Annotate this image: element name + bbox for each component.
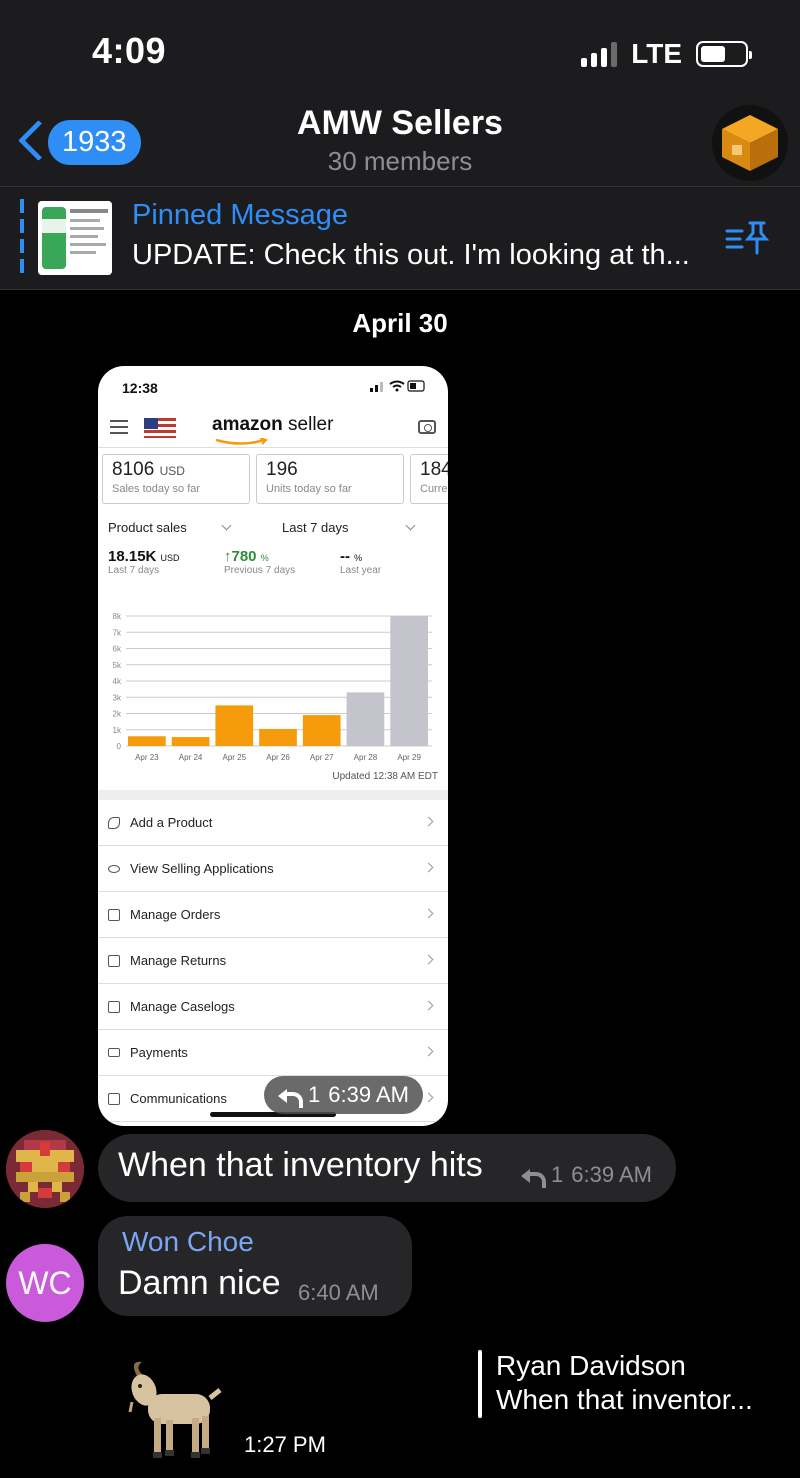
metric-previous: ↑780 % Previous 7 days	[224, 548, 296, 576]
reply-quote-bar	[478, 1350, 482, 1418]
menu-manage-returns: Manage Returns	[98, 938, 448, 984]
x-tick-label: Apr 24	[179, 753, 203, 762]
y-tick-label: 0	[117, 742, 122, 751]
message-time: 6:39 AM	[328, 1082, 409, 1107]
message-text: Damn nice	[118, 1264, 281, 1302]
photo-message[interactable]: 12:38 amazon seller 8106 USD Sales today…	[98, 366, 448, 1126]
card-icon	[108, 1048, 120, 1057]
x-tick-label: Apr 29	[397, 753, 421, 762]
reply-icon	[278, 1087, 303, 1108]
message-text: When that inventory hits	[118, 1146, 483, 1184]
menu-icon	[110, 420, 128, 434]
screenshot-status-time: 12:38	[122, 380, 158, 396]
sender-name[interactable]: Won Choe	[122, 1226, 254, 1258]
x-tick-label: Apr 26	[266, 753, 290, 762]
message-time: 6:39 AM	[571, 1162, 652, 1187]
message-meta: 1 6:39 AM	[521, 1162, 652, 1188]
y-tick-label: 5k	[113, 661, 122, 670]
menu-add-product: Add a Product	[98, 800, 448, 846]
current-card: 184 Curre	[410, 454, 448, 504]
menu-payments: Payments	[98, 1030, 448, 1076]
updated-label: Updated 12:38 AM EDT	[332, 771, 438, 782]
pinned-title: Pinned Message	[132, 199, 349, 231]
metric-selector: Product sales	[108, 520, 232, 535]
amazon-seller-logo: amazon seller	[212, 414, 333, 445]
status-indicators: LTE	[581, 38, 752, 70]
message-bubble[interactable]: When that inventory hits 1 6:39 AM	[98, 1134, 676, 1202]
y-tick-label: 1k	[113, 726, 122, 735]
eye-icon	[108, 864, 120, 873]
pinned-thumbnail	[38, 201, 112, 275]
seller-app-header: amazon seller	[98, 408, 448, 448]
metric-last-year: -- % Last year	[340, 548, 382, 576]
menu-manage-orders: Manage Orders	[98, 892, 448, 938]
bar	[346, 692, 385, 746]
metric-total: 18.15K USD Last 7 days	[108, 548, 180, 576]
sticker-time: 1:27 PM	[244, 1432, 326, 1457]
signal-icon	[581, 41, 618, 67]
y-tick-label: 4k	[113, 677, 122, 686]
summary-cards: 8106 USD Sales today so far 196 Units to…	[102, 454, 448, 504]
menu-manage-caselogs: Manage Caselogs	[98, 984, 448, 1030]
goat-sticker[interactable]	[118, 1358, 228, 1462]
reply-quote-name[interactable]: Ryan Davidson	[496, 1350, 686, 1382]
sales-bar-chart: 0 1k 2k 3k 4k 5k 6k 7k 8k Apr 23 Apr 24 Apr 25 Apr 2…	[113, 612, 432, 762]
tag-icon	[108, 816, 120, 829]
x-tick-label: Apr 28	[354, 753, 378, 762]
message-bubble[interactable]: Won Choe Damn nice 6:40 AM	[98, 1216, 412, 1316]
x-tick-label: Apr 27	[310, 753, 334, 762]
returns-icon	[108, 954, 120, 967]
group-avatar[interactable]	[712, 105, 788, 181]
camera-icon	[418, 420, 436, 434]
pin-list-icon[interactable]	[724, 217, 770, 257]
user-avatar-wc[interactable]: WC	[6, 1244, 84, 1322]
orders-icon	[108, 908, 120, 921]
bar	[171, 737, 210, 746]
message-time: 6:40 AM	[298, 1280, 379, 1305]
pinned-text: UPDATE: Check this out. I'm looking at t…	[132, 239, 690, 271]
bar	[302, 715, 341, 746]
status-time: 4:09	[92, 30, 167, 71]
screenshot-status-icons	[370, 380, 426, 392]
range-selector: Last 7 days	[282, 520, 415, 535]
message-icon	[108, 1092, 120, 1105]
y-tick-label: 7k	[113, 628, 122, 637]
bar	[390, 616, 428, 746]
bar	[215, 705, 254, 746]
y-tick-label: 6k	[113, 645, 122, 654]
bar	[259, 728, 297, 746]
sales-card: 8106 USD Sales today so far	[102, 454, 250, 504]
bar	[128, 736, 166, 746]
user-avatar[interactable]	[6, 1130, 84, 1208]
date-separator: April 30	[352, 308, 448, 338]
photo-message-meta[interactable]: 1 6:39 AM	[264, 1076, 423, 1114]
y-tick-label: 8k	[113, 612, 122, 621]
y-tick-label: 2k	[113, 710, 122, 719]
chat-icon	[108, 1000, 120, 1013]
menu-view-selling-applications: View Selling Applications	[98, 846, 448, 892]
reply-count: 1	[308, 1082, 321, 1107]
x-tick-label: Apr 23	[135, 753, 159, 762]
reply-count: 1	[551, 1162, 564, 1187]
y-tick-label: 3k	[113, 693, 122, 702]
chat-title[interactable]: AMW Sellers	[0, 104, 800, 143]
pinned-indicator	[20, 199, 24, 275]
member-count: 30 members	[327, 146, 473, 176]
reply-quote-text[interactable]: When that inventor...	[496, 1384, 753, 1416]
reply-icon	[521, 1167, 547, 1188]
x-tick-label: Apr 25	[222, 753, 246, 762]
battery-icon	[696, 41, 752, 67]
network-label: LTE	[631, 38, 682, 69]
us-flag-icon	[144, 418, 176, 438]
pinned-message-bar[interactable]: Pinned Message UPDATE: Check this out. I…	[0, 186, 800, 290]
units-card: 196 Units today so far	[256, 454, 404, 504]
seller-menu-list: Add a Product View Selling Applications …	[98, 800, 448, 1122]
